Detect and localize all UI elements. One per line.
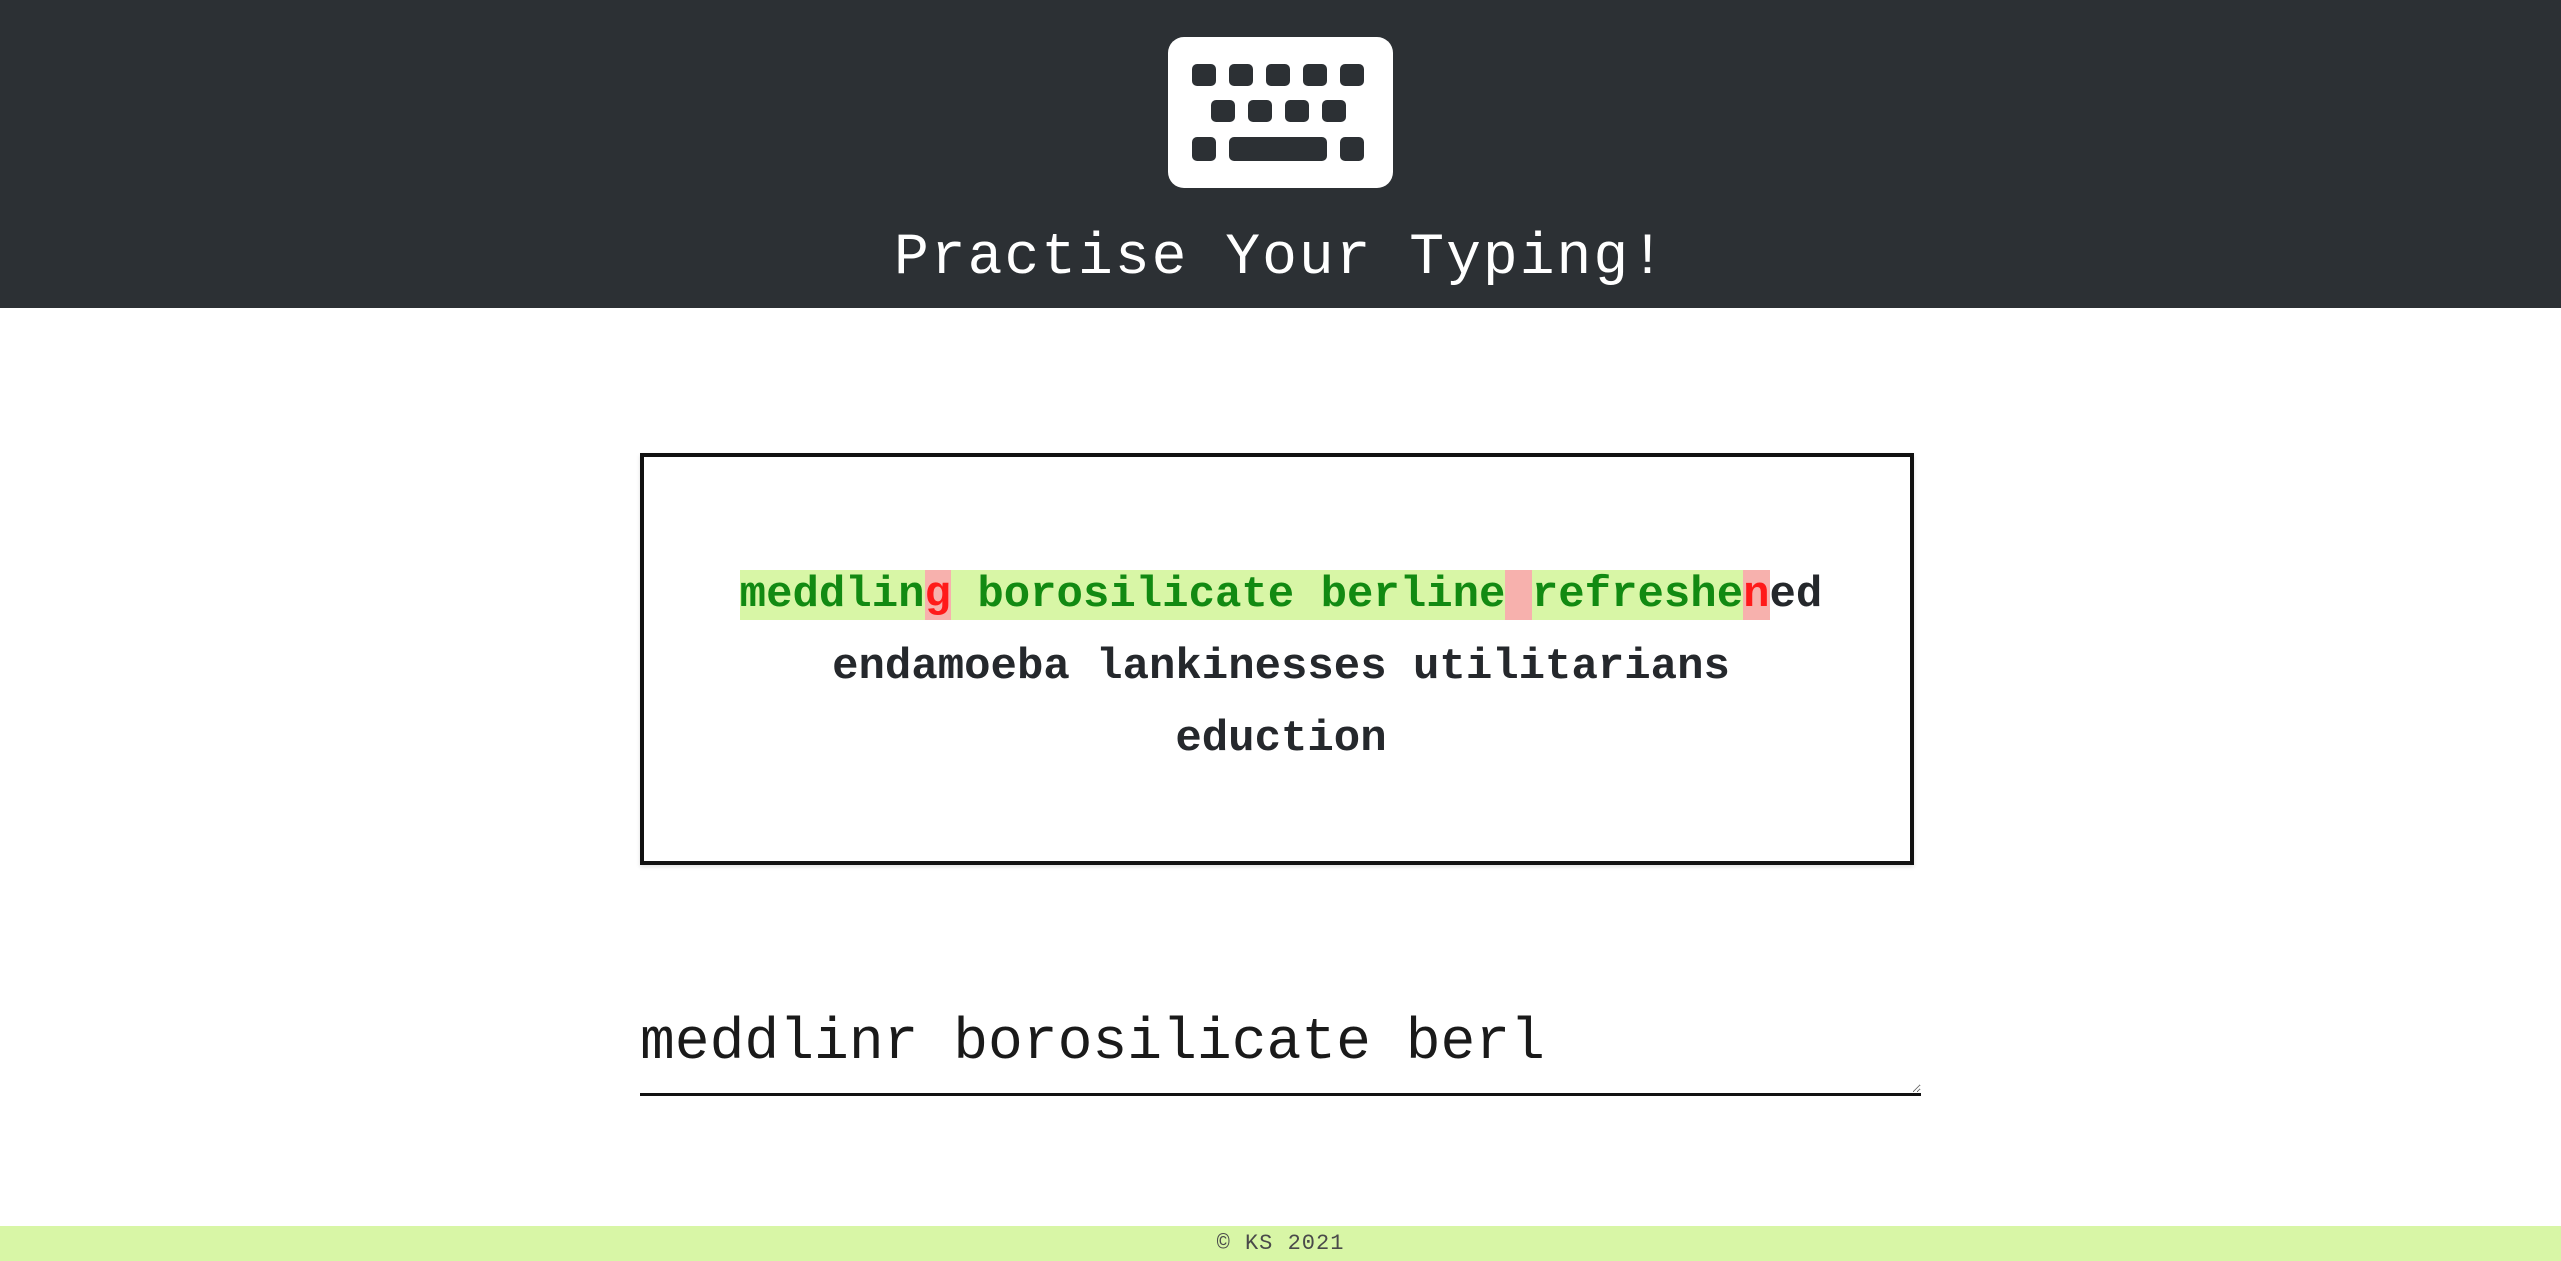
target-char-ok: e	[1637, 570, 1664, 620]
keyboard-icon	[1168, 37, 1393, 188]
target-char-ok: s	[1663, 570, 1691, 620]
target-char-ok: e	[1558, 570, 1585, 620]
target-char-ok: i	[1109, 570, 1136, 620]
typing-input[interactable]	[640, 1004, 1921, 1096]
target-char-ok: e	[1267, 570, 1295, 620]
footer: © KS 2021	[0, 1226, 2561, 1261]
target-char-bad	[1505, 570, 1532, 620]
target-text: meddling borosilicate berline refreshene…	[684, 559, 1878, 775]
target-char-pending: e	[1769, 570, 1796, 620]
target-char-ok: r	[1030, 570, 1057, 620]
target-char-ok: e	[766, 570, 793, 620]
target-char-ok: b	[1320, 570, 1348, 620]
target-char-ok: e	[1347, 570, 1374, 620]
target-char-ok: c	[1188, 570, 1215, 620]
target-char-ok	[950, 570, 978, 620]
target-char-ok: h	[1690, 570, 1717, 620]
site-header: Practise Your Typing!	[0, 0, 2561, 308]
target-line: meddling borosilicate berline refreshene…	[684, 559, 1878, 631]
target-char-ok: e	[1479, 570, 1506, 620]
target-text-box: meddling borosilicate berline refreshene…	[640, 453, 1914, 865]
target-char-ok	[1294, 570, 1321, 620]
target-char-ok: n	[1452, 570, 1480, 620]
target-char-ok: t	[1241, 570, 1268, 620]
target-char-ok: r	[1373, 570, 1400, 620]
target-line: endamoeba lankinesses utilitarians	[684, 631, 1878, 703]
target-char-ok: m	[739, 570, 767, 620]
target-char-ok: d	[792, 570, 819, 620]
target-char-ok: d	[818, 570, 846, 620]
target-char-ok: r	[1611, 570, 1638, 620]
target-char-pending: d	[1795, 570, 1823, 620]
target-char-bad: g	[924, 570, 951, 620]
target-char-ok: a	[1214, 570, 1242, 620]
target-char-ok: l	[845, 570, 872, 620]
copyright-text: © KS 2021	[1216, 1231, 1345, 1256]
target-char-ok: s	[1082, 570, 1110, 620]
target-char-ok: f	[1584, 570, 1612, 620]
target-char-ok: i	[871, 570, 899, 620]
target-line: eduction	[684, 703, 1878, 775]
target-char-bad: n	[1743, 570, 1770, 620]
target-char-ok: n	[898, 570, 925, 620]
page-title: Practise Your Typing!	[894, 226, 1667, 291]
target-char-ok: o	[1056, 570, 1083, 620]
target-char-ok: o	[1003, 570, 1031, 620]
target-char-ok: l	[1399, 570, 1427, 620]
target-char-ok: l	[1135, 570, 1163, 620]
target-char-ok: b	[977, 570, 1004, 620]
target-char-ok: i	[1426, 570, 1453, 620]
target-char-ok: i	[1162, 570, 1189, 620]
target-char-ok: e	[1716, 570, 1744, 620]
target-char-ok: r	[1531, 570, 1559, 620]
target-char-pending: eduction	[1175, 714, 1387, 764]
target-char-pending: endamoeba lankinesses utilitarians	[832, 642, 1730, 692]
